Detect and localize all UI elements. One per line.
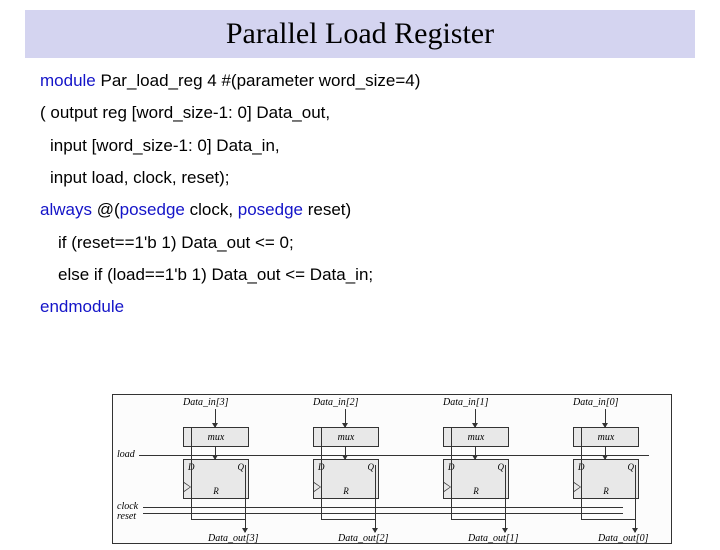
label-data-out: Data_out[2] (338, 533, 389, 544)
label-data-out: Data_out[1] (468, 533, 519, 544)
label-data-out: Data_out[3] (208, 533, 259, 544)
clock-triangle-icon (444, 482, 451, 492)
ff-r-label: R (213, 486, 219, 496)
code-line: if (reset==1'b 1) Data_out <= 0; (40, 230, 680, 256)
ff-q-label: Q (368, 462, 375, 472)
wire (605, 447, 606, 459)
wire-out (245, 520, 246, 532)
flipflop: D Q R (573, 459, 639, 499)
wire (581, 519, 635, 520)
label-data-out: Data_out[0] (598, 533, 649, 544)
clock-triangle-icon (184, 482, 191, 492)
flipflop: D Q R (183, 459, 249, 499)
code-line: input [word_size-1: 0] Data_in, (40, 133, 680, 159)
kw-module: module (40, 71, 96, 90)
wire (215, 447, 216, 459)
ff-r-label: R (473, 486, 479, 496)
flipflop: D Q R (313, 459, 379, 499)
kw-endmodule: endmodule (40, 297, 124, 316)
wire-in (605, 409, 606, 427)
circuit-diagram: Data_in[3] mux D Q R Data_out[3] Data_in… (112, 394, 672, 544)
mux-box: mux (183, 427, 249, 447)
ff-r-label: R (343, 486, 349, 496)
code-text: @( (92, 200, 120, 219)
wire-q (505, 465, 506, 520)
mux-box: mux (443, 427, 509, 447)
code-line: module Par_load_reg 4 #(parameter word_s… (40, 68, 680, 94)
clock-triangle-icon (314, 482, 321, 492)
kw-always: always (40, 200, 92, 219)
wire-feedback (451, 427, 452, 519)
wire-feedback (191, 427, 192, 519)
wire-out (635, 520, 636, 532)
wire (475, 447, 476, 459)
verilog-code: module Par_load_reg 4 #(parameter word_s… (0, 58, 720, 321)
code-text: clock, (185, 200, 238, 219)
code-text: Par_load_reg 4 #(parameter word_size=4) (96, 71, 421, 90)
mux-box: mux (573, 427, 639, 447)
wire (451, 519, 505, 520)
wire-in (475, 409, 476, 427)
code-line: endmodule (40, 294, 680, 320)
label-data-in: Data_in[3] (183, 397, 229, 408)
wire-q (635, 465, 636, 520)
code-line: ( output reg [word_size-1: 0] Data_out, (40, 100, 680, 126)
wire-out (375, 520, 376, 532)
label-load: load (117, 449, 135, 460)
label-data-in: Data_in[2] (313, 397, 359, 408)
label-data-in: Data_in[1] (443, 397, 489, 408)
wire-feedback (581, 427, 582, 519)
ff-q-label: Q (238, 462, 245, 472)
flipflop: D Q R (443, 459, 509, 499)
code-text: reset) (303, 200, 351, 219)
code-line: else if (load==1'b 1) Data_out <= Data_i… (40, 262, 680, 288)
wire-q (375, 465, 376, 520)
label-data-in: Data_in[0] (573, 397, 619, 408)
code-line: always @(posedge clock, posedge reset) (40, 197, 680, 223)
wire-in (345, 409, 346, 427)
clock-bus (143, 507, 623, 508)
label-reset: reset (117, 511, 136, 522)
wire (191, 519, 245, 520)
wire (345, 447, 346, 459)
kw-posedge: posedge (120, 200, 185, 219)
mux-box: mux (313, 427, 379, 447)
load-bus (139, 455, 649, 456)
ff-q-label: Q (628, 462, 635, 472)
ff-q-label: Q (498, 462, 505, 472)
wire-out (505, 520, 506, 532)
reset-bus (143, 513, 623, 514)
title-bar: Parallel Load Register (25, 10, 695, 58)
wire-feedback (321, 427, 322, 519)
code-line: input load, clock, reset); (40, 165, 680, 191)
ff-r-label: R (603, 486, 609, 496)
wire-in (215, 409, 216, 427)
page-title: Parallel Load Register (226, 17, 494, 51)
wire (321, 519, 375, 520)
kw-posedge: posedge (238, 200, 303, 219)
clock-triangle-icon (574, 482, 581, 492)
wire-q (245, 465, 246, 520)
